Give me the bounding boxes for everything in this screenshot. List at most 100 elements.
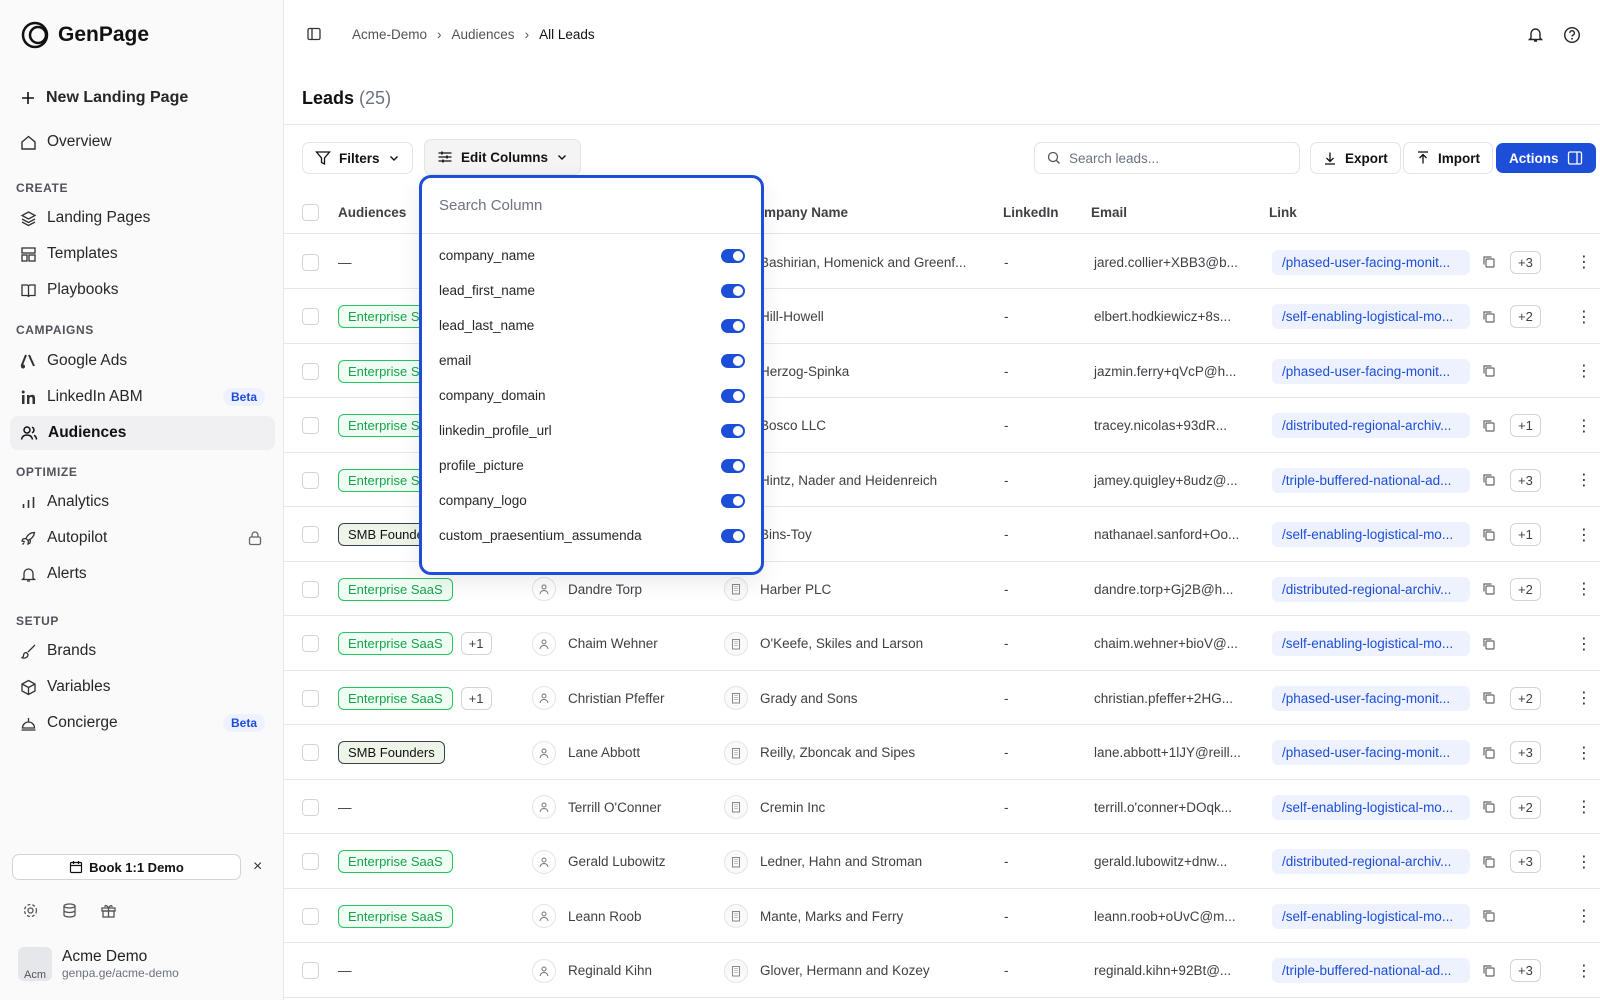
sidebar-item-audiences[interactable]: Audiences: [10, 416, 275, 450]
sidebar-item-overview[interactable]: Overview: [10, 125, 275, 159]
table-row[interactable]: Enterprise SaaS +1 Chaim Wehner O'Keefe, …: [284, 617, 1600, 671]
more-links-chip[interactable]: +1: [1510, 414, 1541, 437]
row-menu-icon[interactable]: ⋮: [1576, 525, 1592, 545]
audience-tag[interactable]: Enterprise SaaS: [338, 904, 453, 928]
sidebar-item-google-ads[interactable]: Google Ads: [10, 344, 275, 378]
sidebar-item-templates[interactable]: Templates: [10, 237, 275, 271]
more-links-chip[interactable]: +2: [1510, 686, 1541, 710]
column-visibility-toggle[interactable]: [721, 248, 745, 263]
audience-tag[interactable]: Enterprise SaaS: [338, 686, 453, 710]
brand-logo[interactable]: GenPage: [20, 20, 149, 50]
row-menu-icon[interactable]: ⋮: [1576, 307, 1592, 327]
actions-button[interactable]: Actions: [1496, 143, 1596, 173]
audience-tag[interactable]: Enterprise SaaS: [338, 577, 453, 601]
column-search-input[interactable]: Search Column: [422, 178, 761, 234]
row-checkbox[interactable]: [302, 907, 319, 925]
column-option[interactable]: email: [422, 343, 761, 378]
row-menu-icon[interactable]: ⋮: [1576, 579, 1592, 599]
landing-page-link[interactable]: /distributed-regional-archiv...: [1272, 413, 1470, 438]
book-demo-button[interactable]: Book 1:1 Demo: [12, 854, 241, 880]
landing-page-link[interactable]: /self-enabling-logistical-mo...: [1272, 522, 1470, 547]
table-row[interactable]: Enterprise SaaS Gerald Lubowitz Ledner, …: [284, 835, 1600, 889]
copy-icon[interactable]: [1482, 855, 1496, 869]
copy-icon[interactable]: [1482, 637, 1496, 651]
sidebar-item-alerts[interactable]: Alerts: [10, 557, 275, 591]
more-links-chip[interactable]: +3: [1510, 468, 1541, 492]
row-checkbox[interactable]: [302, 417, 319, 434]
row-menu-icon[interactable]: ⋮: [1576, 470, 1592, 490]
table-row[interactable]: SMB Founders Lane Abbott Reilly, Zboncak…: [284, 726, 1600, 780]
more-links-chip[interactable]: +3: [1510, 741, 1541, 764]
more-links-chip[interactable]: +1: [1510, 523, 1541, 546]
sidebar-toggle-icon[interactable]: [306, 26, 322, 42]
search-leads-input[interactable]: Search leads...: [1034, 142, 1300, 174]
table-row[interactable]: — Terrill O'Conner Cremin Inc - terrill.…: [284, 780, 1600, 834]
row-menu-icon[interactable]: ⋮: [1576, 252, 1592, 272]
col-audiences[interactable]: Audiences: [338, 205, 406, 220]
import-button[interactable]: Import: [1403, 142, 1493, 174]
sidebar-item-variables[interactable]: Variables: [10, 670, 275, 704]
more-links-chip[interactable]: +2: [1510, 305, 1541, 328]
row-menu-icon[interactable]: ⋮: [1576, 634, 1592, 654]
row-menu-icon[interactable]: ⋮: [1576, 797, 1592, 817]
close-demo-button[interactable]: ×: [253, 858, 262, 876]
help-icon[interactable]: [1563, 26, 1581, 44]
more-links-chip[interactable]: +2: [1510, 795, 1541, 819]
sidebar-item-landing-pages[interactable]: Landing Pages: [10, 201, 275, 235]
landing-page-link[interactable]: /phased-user-facing-monit...: [1272, 358, 1470, 384]
copy-icon[interactable]: [1482, 964, 1496, 978]
breadcrumb-item[interactable]: Acme-Demo: [352, 27, 427, 42]
copy-icon[interactable]: [1482, 528, 1496, 542]
landing-page-link[interactable]: /self-enabling-logistical-mo...: [1272, 903, 1470, 929]
row-checkbox[interactable]: [302, 689, 319, 707]
gear-icon[interactable]: [22, 902, 39, 919]
column-visibility-toggle[interactable]: [721, 493, 745, 508]
landing-page-link[interactable]: /phased-user-facing-monit...: [1272, 740, 1470, 765]
sidebar-item-analytics[interactable]: Analytics: [10, 485, 275, 519]
row-checkbox[interactable]: [302, 471, 319, 489]
row-checkbox[interactable]: [302, 744, 319, 761]
table-row[interactable]: — Reginald Kihn Glover, Hermann and Koze…: [284, 944, 1600, 998]
copy-icon[interactable]: [1482, 582, 1496, 596]
copy-icon[interactable]: [1482, 364, 1496, 378]
column-visibility-toggle[interactable]: [721, 318, 745, 333]
landing-page-link[interactable]: /self-enabling-logistical-mo...: [1272, 631, 1470, 656]
landing-page-link[interactable]: /self-enabling-logistical-mo...: [1272, 794, 1470, 820]
select-all-checkbox[interactable]: [302, 204, 319, 221]
copy-icon[interactable]: [1482, 473, 1496, 487]
new-landing-page-button[interactable]: New Landing Page: [10, 81, 275, 115]
column-visibility-toggle[interactable]: [721, 458, 745, 473]
column-option[interactable]: company_logo: [422, 483, 761, 518]
filters-button[interactable]: Filters: [302, 142, 413, 174]
column-option[interactable]: custom_praesentium_assumenda: [422, 518, 761, 553]
copy-icon[interactable]: [1482, 746, 1496, 760]
copy-icon[interactable]: [1482, 310, 1496, 324]
column-option[interactable]: company_name: [422, 238, 761, 273]
column-option[interactable]: lead_first_name: [422, 273, 761, 308]
copy-icon[interactable]: [1482, 255, 1496, 269]
bell-icon[interactable]: [1527, 26, 1544, 43]
landing-page-link[interactable]: /triple-buffered-national-ad...: [1272, 467, 1470, 493]
col-email[interactable]: Email: [1091, 205, 1127, 220]
row-checkbox[interactable]: [302, 798, 319, 816]
row-checkbox[interactable]: [302, 362, 319, 380]
account-switcher[interactable]: Acm Acme Demo genpa.ge/acme-demo: [18, 947, 179, 981]
database-icon[interactable]: [61, 902, 78, 919]
column-visibility-toggle[interactable]: [721, 283, 745, 298]
sidebar-item-concierge[interactable]: Concierge Beta: [10, 706, 275, 740]
gift-icon[interactable]: [100, 902, 117, 919]
col-link[interactable]: Link: [1269, 205, 1297, 220]
audience-tag[interactable]: Enterprise SaaS: [338, 632, 453, 655]
row-menu-icon[interactable]: ⋮: [1576, 416, 1592, 436]
landing-page-link[interactable]: /self-enabling-logistical-mo...: [1272, 304, 1470, 329]
more-links-chip[interactable]: +3: [1510, 959, 1541, 982]
breadcrumb-item[interactable]: Audiences: [452, 27, 515, 42]
landing-page-link[interactable]: /phased-user-facing-monit...: [1272, 685, 1470, 711]
sidebar-item-linkedin-abm[interactable]: LinkedIn ABM Beta: [10, 380, 275, 414]
row-checkbox[interactable]: [302, 635, 319, 652]
more-links-chip[interactable]: +2: [1510, 577, 1541, 601]
column-visibility-toggle[interactable]: [721, 388, 745, 403]
audience-more-chip[interactable]: +1: [460, 632, 492, 655]
column-visibility-toggle[interactable]: [721, 423, 745, 438]
row-menu-icon[interactable]: ⋮: [1576, 906, 1592, 926]
